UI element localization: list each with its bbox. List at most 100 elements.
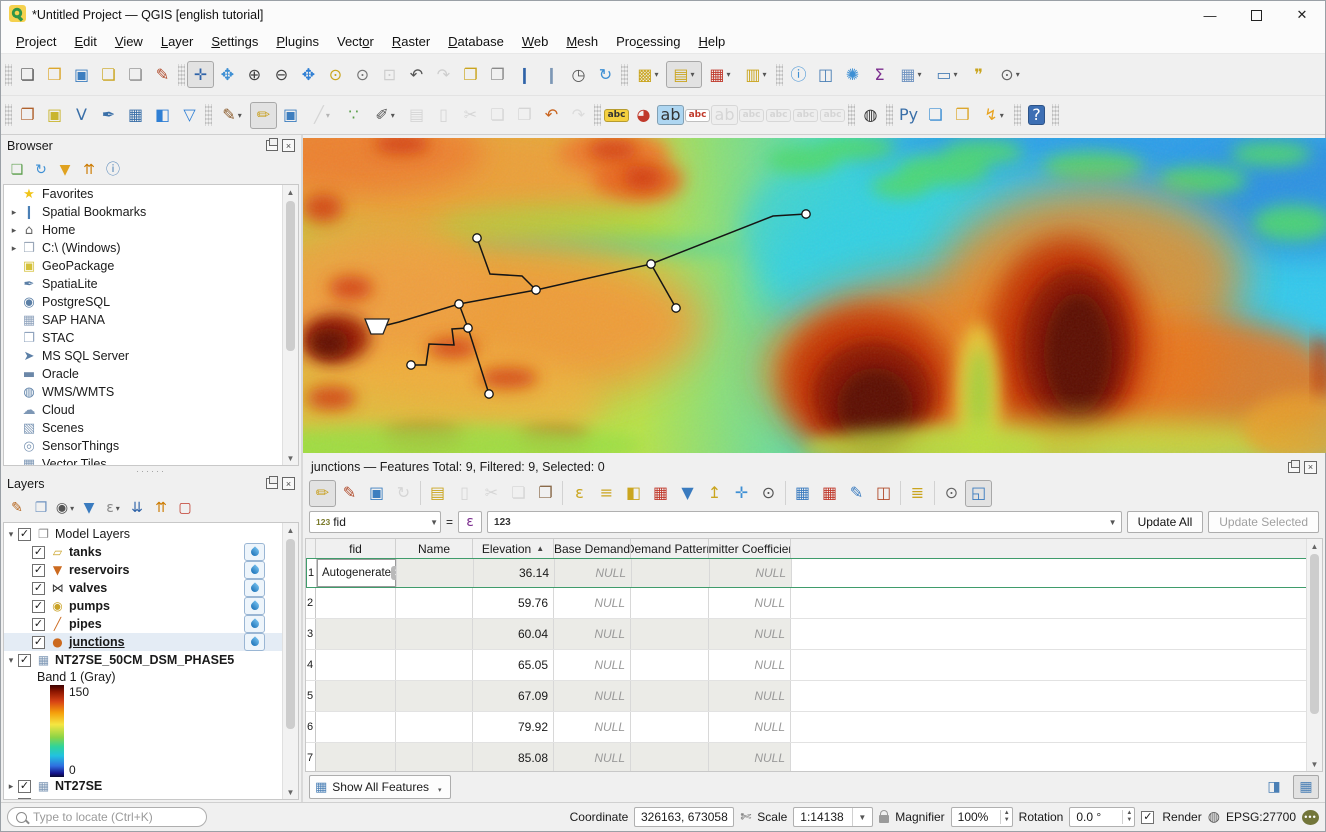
attribute-table-button[interactable]: ▦	[893, 61, 929, 88]
refresh-map-button[interactable]: ↻	[592, 61, 619, 88]
layer-checkbox[interactable]	[18, 653, 31, 667]
attr-paste-button[interactable]: ❐	[532, 480, 559, 507]
layer-group-model-layers[interactable]: ▾ ❐ Model Layers	[4, 525, 283, 543]
expand-all-button[interactable]: ⇊	[125, 496, 149, 520]
browser-item-geopackage[interactable]: ▣ GeoPackage	[4, 257, 283, 275]
table-row-7[interactable]: 7 ✕ 85.08 NULL NULL	[306, 743, 1307, 771]
select-by-location-button[interactable]: ▥	[738, 61, 774, 88]
attr-filter-button[interactable]: ▼	[674, 480, 701, 507]
browser-item-home[interactable]: ▸ ⌂ Home	[4, 221, 283, 239]
python-console-button[interactable]: Py	[895, 102, 922, 129]
attr-actions-button[interactable]: ⊙	[938, 480, 965, 507]
new-gpx-layer-button[interactable]: ▽	[176, 102, 203, 129]
layer-item-valves[interactable]: ⋈ valves	[4, 579, 283, 597]
browser-item-sap-hana[interactable]: ▦ SAP HANA	[4, 311, 283, 329]
layer-item-reservoirs[interactable]: ▼ reservoirs	[4, 561, 283, 579]
water-drop-badge[interactable]	[244, 579, 265, 597]
attr-field-calculator-button[interactable]: ◫	[870, 480, 897, 507]
attr-conditional-format-button[interactable]: ≣	[904, 480, 931, 507]
attr-new-field-button[interactable]: ▦	[789, 480, 816, 507]
attr-multiedit-button[interactable]: ✎	[336, 480, 363, 507]
expression-builder-button[interactable]: ε	[458, 511, 483, 533]
layer-item-tanks[interactable]: ▱ tanks	[4, 543, 283, 561]
toolbar-drag-handle[interactable]	[1014, 104, 1021, 126]
layer-diagram-button[interactable]: ◕	[630, 102, 657, 129]
toolbar-drag-handle[interactable]	[621, 63, 628, 86]
layer-labeling-button[interactable]: abc	[603, 102, 630, 129]
lock-scale-icon[interactable]	[879, 810, 890, 823]
delete-selected-button[interactable]: ▯	[430, 102, 457, 129]
project-new-button[interactable]: ❏	[14, 61, 41, 88]
attr-edit-field-button[interactable]: ✎	[843, 480, 870, 507]
move-label-diagram-button[interactable]: abc	[765, 102, 792, 129]
pin-labels-button[interactable]: ab	[656, 102, 685, 129]
toolbar-drag-handle[interactable]	[848, 104, 855, 126]
pan-to-selection-button[interactable]: ✥	[214, 61, 241, 88]
toggle-editing-button[interactable]: ✏	[250, 101, 277, 129]
pan-map-button[interactable]: ✛	[187, 61, 214, 88]
undo-button[interactable]: ↶	[538, 102, 565, 129]
attr-add-feature-button[interactable]: ▤	[424, 480, 451, 507]
data-source-manager-button[interactable]: ❐	[14, 102, 41, 129]
new-spatialite-layer-button[interactable]: ✒	[95, 102, 122, 129]
statistical-summary-button[interactable]: Σ	[866, 61, 893, 88]
column-header-base-demand[interactable]: Base Demand	[554, 539, 631, 558]
browser-item-spatial-bookmarks[interactable]: ▸ ❙ Spatial Bookmarks	[4, 203, 283, 221]
project-save-button[interactable]: ▣	[68, 61, 95, 88]
menu-settings[interactable]: Settings	[202, 31, 267, 52]
new-virtual-layer-button[interactable]: ▦	[122, 102, 149, 129]
attr-invert-selection-button[interactable]: ◧	[620, 480, 647, 507]
layer-item-dsm-raster[interactable]: ▾ ▦ NT27SE_50CM_DSM_PHASE5	[4, 651, 283, 669]
browser-refresh-button[interactable]: ↻	[29, 158, 53, 182]
browser-properties-button[interactable]: ⓘ	[101, 158, 125, 182]
deselect-all-button[interactable]: ▦	[702, 61, 738, 88]
current-edits-button[interactable]: ✎	[214, 102, 250, 129]
identify-features-button[interactable]: ⓘ	[785, 61, 812, 88]
browser-item-favorites[interactable]: ★ Favorites	[4, 185, 283, 203]
browser-float-icon[interactable]	[266, 138, 278, 151]
new-3d-map-view-button[interactable]: ❐	[484, 61, 511, 88]
layer-styling-button[interactable]: ✎	[5, 496, 29, 520]
new-shapefile-layer-button[interactable]: V	[68, 102, 95, 129]
browser-item-c-drive[interactable]: ▸ ❒ C:\ (Windows)	[4, 239, 283, 257]
paste-features-button[interactable]: ❐	[511, 102, 538, 129]
water-drop-badge[interactable]	[244, 597, 265, 615]
update-all-button[interactable]: Update All	[1126, 511, 1204, 533]
field-combo[interactable]: 123 fid ▼	[309, 511, 441, 533]
zoom-native-button[interactable]: ⊡	[376, 61, 403, 88]
statistics-button[interactable]: ◫	[812, 61, 839, 88]
close-button[interactable]: ✕	[1279, 1, 1325, 29]
collapse-all-button[interactable]: ⇈	[149, 496, 173, 520]
rotation-spinbox[interactable]: 0.0 ° ▲ ▼	[1069, 807, 1136, 827]
locator-input[interactable]: Type to locate (Ctrl+K)	[7, 807, 207, 827]
layer-item-nt27sw[interactable]: ▸ ▦ NT27SW	[4, 795, 283, 799]
copy-features-button[interactable]: ❏	[484, 102, 511, 129]
select-features-button[interactable]: ▩	[630, 61, 666, 88]
menu-plugins[interactable]: Plugins	[267, 31, 328, 52]
layout-manager-button[interactable]: ❏	[122, 61, 149, 88]
show-hide-labels-button[interactable]: abc	[738, 102, 765, 129]
layers-float-icon[interactable]	[266, 476, 278, 489]
toolbar-drag-handle[interactable]	[776, 63, 783, 86]
update-selected-button[interactable]: Update Selected	[1208, 511, 1319, 533]
show-all-features-button[interactable]: ▦ Show All Features	[309, 775, 451, 799]
help-button[interactable]: ?	[1023, 102, 1050, 129]
layer-item-pipes[interactable]: ╱ pipes	[4, 615, 283, 633]
attr-select-all-button[interactable]: ≡	[593, 480, 620, 507]
column-header-name[interactable]: Name	[396, 539, 473, 558]
coordinate-input[interactable]: 326163, 673058	[634, 807, 735, 827]
browser-item-postgresql[interactable]: ◉ PostgreSQL	[4, 293, 283, 311]
new-print-layout-button[interactable]: ❏	[95, 61, 122, 88]
change-label-button[interactable]: abc	[819, 102, 846, 129]
zoom-to-layers-button[interactable]: ⊙	[349, 61, 376, 88]
digitize-line-button[interactable]: ╱	[304, 102, 340, 129]
browser-scrollbar[interactable]: ▲ ▼	[282, 185, 298, 465]
chevron-down-icon[interactable]: ▾	[4, 655, 18, 666]
layer-item-junctions[interactable]: ● junctions	[4, 633, 283, 651]
attr-pan-to-selected-button[interactable]: ✛	[728, 480, 755, 507]
browser-item-vector-tiles[interactable]: ▦ Vector Tiles	[4, 455, 283, 466]
menu-layer[interactable]: Layer	[152, 31, 203, 52]
highlight-pinned-labels-button[interactable]: abc	[684, 102, 711, 129]
attr-move-selection-top-button[interactable]: ↥	[701, 480, 728, 507]
table-row-5[interactable]: 5 ✕ 67.09 NULL NULL	[306, 681, 1307, 712]
